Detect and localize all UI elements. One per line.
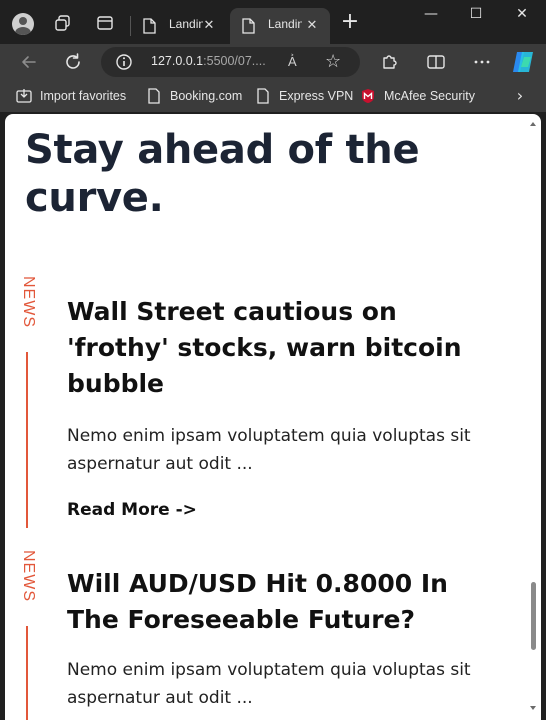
chevron-right-icon[interactable]: › (511, 86, 529, 106)
workspaces-icon[interactable] (54, 14, 72, 32)
site-info-icon[interactable] (115, 53, 133, 71)
read-more-link[interactable]: Read More -> (67, 500, 197, 520)
tab-strip: Landing Page ✕ Landing Page ✕ + — ☐ ✕ (0, 0, 546, 44)
category-label: NEWS (15, 276, 39, 336)
article-title[interactable]: Will AUD/USD Hit 0.8000 In The Foreseeab… (67, 566, 487, 638)
close-window-button[interactable]: ✕ (507, 6, 537, 26)
favorites-bar: Import favorites Booking.com Express VPN… (0, 80, 546, 112)
article-excerpt: Nemo enim ipsam voluptatem quia voluptas… (67, 426, 471, 474)
import-icon (16, 89, 32, 103)
page-viewport: Stay ahead of the curve. NEWS Wall Stree… (5, 114, 541, 720)
page-icon (148, 88, 160, 104)
article-title[interactable]: Wall Street cautious on 'frothy' stocks,… (67, 294, 487, 402)
favorite-star-icon[interactable]: ☆ (325, 52, 345, 72)
category-label: NEWS (15, 550, 39, 610)
read-aloud-icon[interactable]: A͐ (288, 54, 306, 70)
category-divider-line (26, 626, 28, 720)
scroll-up-arrow-icon[interactable] (529, 120, 537, 128)
tab-title: Landing Page (169, 17, 203, 31)
scroll-down-arrow-icon[interactable] (529, 704, 537, 712)
more-options-icon[interactable] (471, 51, 493, 73)
tab-landing-page-2[interactable]: Landing Page ✕ (230, 8, 330, 44)
category-text: NEWS (20, 550, 37, 602)
maximize-button[interactable]: ☐ (461, 6, 491, 26)
close-icon[interactable]: ✕ (201, 18, 217, 34)
page-icon (242, 18, 255, 34)
navigation-toolbar: 127.0.0.1:5500/07.... A͐ ☆ (0, 44, 546, 80)
url-text[interactable]: 127.0.0.1:5500/07.... (151, 54, 266, 68)
article-excerpt: Nemo enim ipsam voluptatem quia voluptas… (67, 660, 471, 708)
minimize-button[interactable]: — (416, 6, 446, 26)
profile-avatar[interactable] (12, 13, 34, 35)
extensions-icon[interactable] (378, 51, 400, 73)
close-icon[interactable]: ✕ (304, 18, 320, 34)
split-screen-icon[interactable] (425, 51, 447, 73)
page-icon (143, 18, 156, 34)
tab-actions-icon[interactable] (96, 14, 114, 32)
mcafee-icon (362, 89, 374, 103)
favorite-express-vpn[interactable]: Express VPN (255, 87, 353, 105)
copilot-icon[interactable] (510, 49, 536, 75)
url-host: 127.0.0.1 (151, 54, 204, 68)
page-headline: Stay ahead of the curve. (25, 127, 420, 221)
favorite-import[interactable]: Import favorites (16, 87, 126, 105)
favorite-booking[interactable]: Booking.com (146, 87, 242, 105)
category-text: NEWS (20, 276, 37, 328)
favorite-label: McAfee Security (384, 89, 476, 103)
back-arrow-icon[interactable] (18, 51, 40, 73)
favorite-label: Express VPN (279, 89, 354, 103)
page-icon (257, 88, 269, 104)
category-divider-line (26, 352, 28, 528)
scrollbar-thumb[interactable] (531, 582, 536, 650)
favorite-label: Booking.com (170, 89, 243, 103)
favorite-label: Import favorites (40, 89, 127, 103)
tab-landing-page-1[interactable]: Landing Page ✕ (131, 8, 227, 44)
url-path: :5500/07.... (203, 54, 266, 68)
browser-window: Landing Page ✕ Landing Page ✕ + — ☐ ✕ (0, 0, 546, 720)
address-bar[interactable]: 127.0.0.1:5500/07.... A͐ ☆ (101, 47, 360, 77)
favorite-mcafee[interactable]: McAfee Security (360, 87, 475, 105)
tab-title: Landing Page (268, 17, 302, 31)
refresh-icon[interactable] (62, 51, 84, 73)
new-tab-button[interactable]: + (340, 11, 360, 33)
